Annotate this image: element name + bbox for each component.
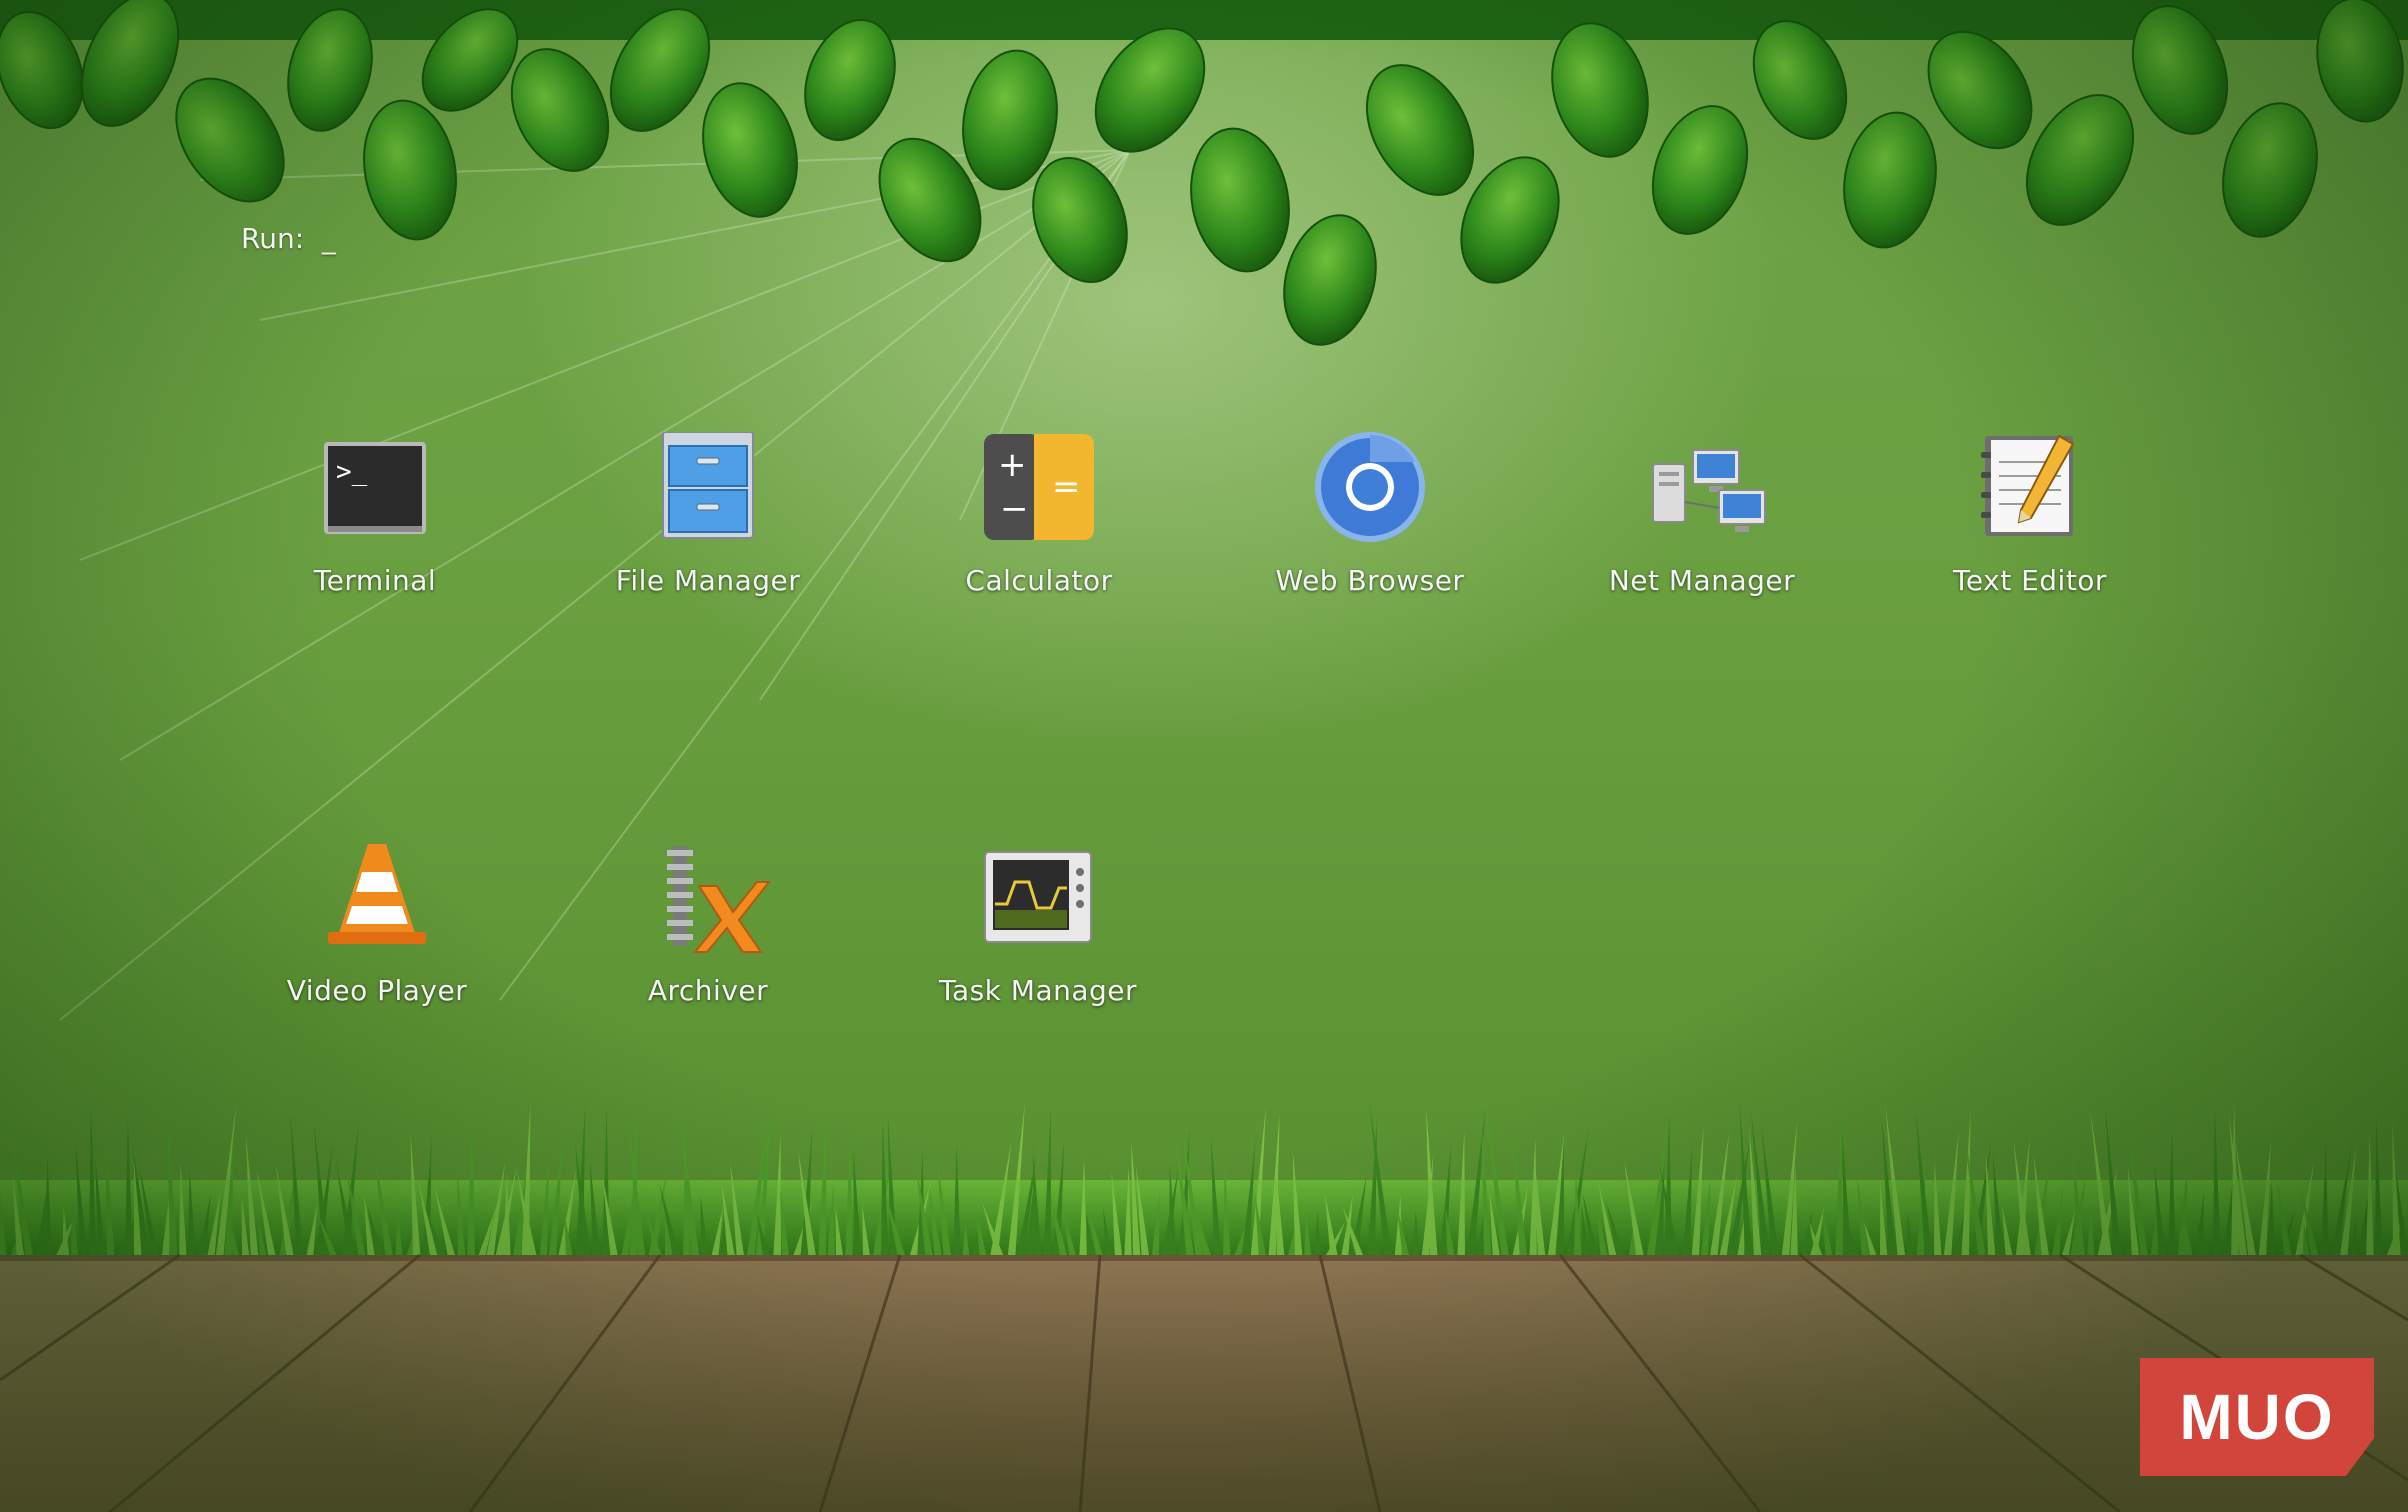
svg-text:+: + <box>998 445 1027 485</box>
zipper-archive-icon <box>653 842 772 962</box>
traffic-cone-icon <box>322 842 432 962</box>
notepad-pencil-icon <box>1975 432 2085 552</box>
terminal-icon: >_ <box>320 432 430 552</box>
launcher-label: Web Browser <box>1275 564 1465 597</box>
launcher-label: Archiver <box>647 974 769 1007</box>
launcher-label: Net Manager <box>1608 564 1796 597</box>
system-monitor-icon <box>983 842 1093 962</box>
launcher-net-manager[interactable]: Net Manager <box>1572 432 1832 632</box>
launcher-text-editor[interactable]: Text Editor <box>1900 432 2160 632</box>
calculator-icon: + − = <box>984 432 1094 552</box>
launcher-label: Calculator <box>965 564 1113 597</box>
svg-text:=: = <box>1052 467 1081 507</box>
run-prompt[interactable]: Run: _ <box>241 222 336 255</box>
launcher-task-manager[interactable]: Task Manager <box>908 842 1168 1042</box>
launcher-label: Text Editor <box>1953 564 2107 597</box>
svg-text:−: − <box>1000 489 1029 529</box>
file-cabinet-icon <box>653 431 763 552</box>
muo-watermark-text: MUO <box>2179 1381 2335 1453</box>
chromium-icon <box>1315 432 1425 552</box>
svg-text:>_: >_ <box>336 457 368 487</box>
wooden-floor <box>0 1253 2408 1512</box>
launcher-label: Terminal <box>313 564 437 597</box>
launcher-video-player[interactable]: Video Player <box>247 842 507 1042</box>
launcher-label: Video Player <box>286 974 468 1007</box>
launcher-calculator[interactable]: + − = Calculator <box>909 432 1169 632</box>
muo-watermark: MUO <box>2140 1358 2374 1476</box>
launcher-label: File Manager <box>615 564 801 597</box>
launcher-web-browser[interactable]: Web Browser <box>1240 432 1500 632</box>
desktop: Run: _ >_ Terminal File Manager + − = Ca… <box>0 0 2408 1512</box>
launcher-file-manager[interactable]: File Manager <box>578 431 838 632</box>
launcher-label: Task Manager <box>938 974 1138 1007</box>
launcher-archiver[interactable]: Archiver <box>578 842 838 1042</box>
network-computers-icon <box>1647 432 1766 552</box>
launcher-terminal[interactable]: >_ Terminal <box>245 432 505 632</box>
